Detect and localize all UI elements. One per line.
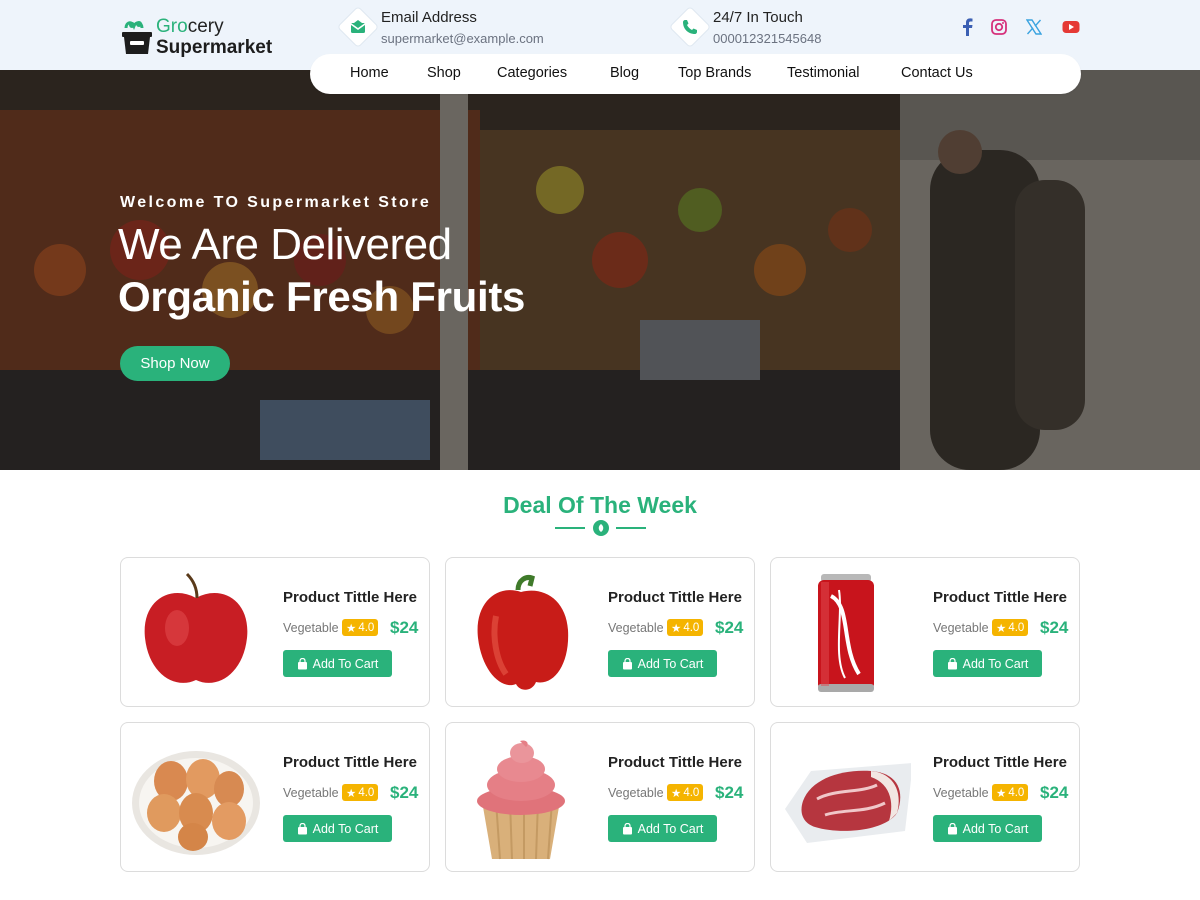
cola-can-image [818,574,874,692]
phone-icon [683,20,697,34]
product-title[interactable]: Product Tittle Here [283,754,417,771]
rating-badge: ★ 4.0 [992,784,1029,801]
star-icon: ★ [346,787,357,800]
email-title: Email Address [381,9,477,26]
product-card[interactable]: Product Tittle Here Vegetable ★ 4.0 $24 A… [445,557,755,707]
shopping-bag-icon [297,822,307,834]
apple-image [144,572,248,683]
shopping-bag-icon [947,657,957,669]
product-category: Vegetable [283,621,339,635]
shop-now-button[interactable]: Shop Now [120,346,230,381]
hero-heading-light: We Are Delivered [118,220,452,269]
product-title[interactable]: Product Tittle Here [283,589,417,606]
product-title[interactable]: Product Tittle Here [608,589,742,606]
main-nav: Home Shop Categories Blog Top Brands Tes… [310,54,1081,94]
nav-home[interactable]: Home [350,65,389,81]
add-to-cart-button[interactable]: Add To Cart [283,650,392,677]
basket-logo-icon [122,21,152,54]
rating-badge: ★ 4.0 [667,784,704,801]
nav-testimonial[interactable]: Testimonial [787,65,860,81]
shopping-bag-icon [297,657,307,669]
star-icon: ★ [996,787,1007,800]
product-category: Vegetable [933,621,989,635]
add-to-cart-button[interactable]: Add To Cart [933,650,1042,677]
shopping-bag-icon [622,822,632,834]
red-pepper-image [477,575,569,690]
title-divider-left [555,527,585,529]
product-card[interactable]: Product Tittle Here Vegetable ★ 4.0 $24 A… [445,722,755,872]
phone-contact: 24/7 In Touch 000012321545648 [668,5,861,49]
shopping-bag-icon [622,657,632,669]
product-price: $24 [390,618,419,637]
nav-shop[interactable]: Shop [427,65,461,81]
rating-badge: ★ 4.0 [342,784,379,801]
add-to-cart-button[interactable]: Add To Cart [283,815,392,842]
product-price: $24 [715,783,744,802]
add-to-cart-button[interactable]: Add To Cart [608,815,717,842]
product-price: $24 [1040,618,1069,637]
product-category: Vegetable [608,786,664,800]
product-card[interactable]: Product Tittle Here Vegetable ★ 4.0 $24 A… [770,557,1080,707]
nav-categories[interactable]: Categories [497,65,567,81]
title-divider-right [616,527,646,529]
phone-title: 24/7 In Touch [713,9,803,26]
shopping-bag-icon [947,822,957,834]
nav-top-brands[interactable]: Top Brands [678,65,751,81]
logo-text-bottom: Supermarket [156,37,273,58]
eggs-bowl-image [132,751,260,855]
star-icon: ★ [996,622,1007,635]
nav-contact-us[interactable]: Contact Us [901,65,973,81]
product-card[interactable]: Product Tittle Here Vegetable ★ 4.0 $24 A… [120,557,430,707]
phone-value[interactable]: 000012321545648 [713,31,821,46]
star-icon: ★ [346,622,357,635]
site-logo[interactable]: Grocery Supermarket [120,14,290,60]
product-card[interactable]: Product Tittle Here Vegetable ★ 4.0 $24 A… [770,722,1080,872]
leaf-icon [593,520,609,536]
star-icon: ★ [671,787,682,800]
product-price: $24 [390,783,419,802]
add-to-cart-button[interactable]: Add To Cart [933,815,1042,842]
raw-meat-image [785,763,911,843]
rating-badge: ★ 4.0 [667,619,704,636]
rating-badge: ★ 4.0 [342,619,379,636]
product-category: Vegetable [933,786,989,800]
email-value[interactable]: supermarket@example.com [381,31,544,46]
hero-heading-bold: Organic Fresh Fruits [118,273,526,320]
email-contact: Email Address supermarket@example.com [336,5,569,49]
product-card[interactable]: Product Tittle Here Vegetable ★ 4.0 $24 A… [120,722,430,872]
facebook-icon[interactable] [957,17,977,37]
envelope-icon [350,20,366,33]
cupcake-image [477,740,565,860]
product-category: Vegetable [283,786,339,800]
add-to-cart-button[interactable]: Add To Cart [608,650,717,677]
product-title[interactable]: Product Tittle Here [933,589,1067,606]
x-icon[interactable] [1024,17,1044,37]
product-title[interactable]: Product Tittle Here [608,754,742,771]
product-price: $24 [1040,783,1069,802]
youtube-icon[interactable] [1061,17,1081,37]
instagram-icon[interactable] [989,17,1009,37]
section-title: Deal Of The Week [503,492,697,518]
product-title[interactable]: Product Tittle Here [933,754,1067,771]
hero-banner: Welcome TO Supermarket Store We Are Deli… [0,70,1200,470]
hero-kicker: Welcome TO Supermarket Store [120,194,432,211]
nav-blog[interactable]: Blog [610,65,639,81]
star-icon: ★ [671,622,682,635]
rating-badge: ★ 4.0 [992,619,1029,636]
product-price: $24 [715,618,744,637]
product-category: Vegetable [608,621,664,635]
logo-text-top: Grocery [156,16,224,37]
